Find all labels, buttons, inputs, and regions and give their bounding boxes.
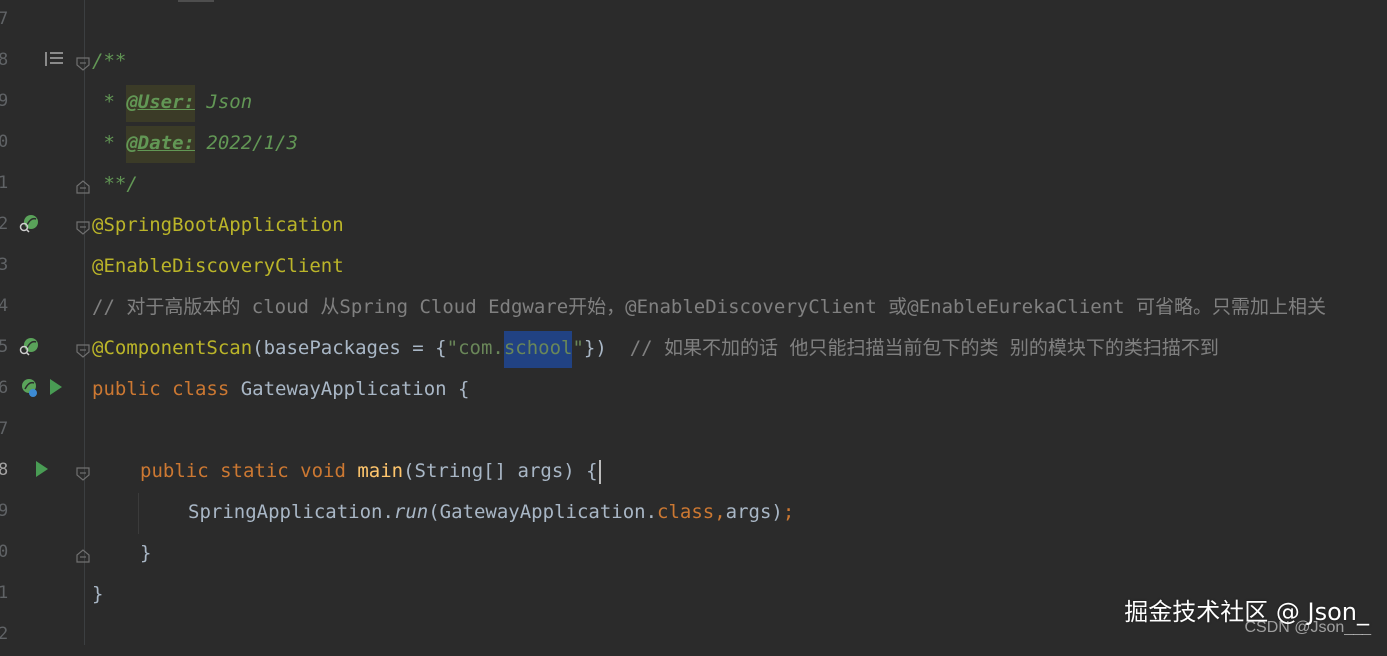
watermark-sub: CSDN @Json___ — [1244, 619, 1371, 636]
componentscan-line: @ComponentScan(basePackages = {"com.scho… — [92, 331, 1219, 368]
code-line[interactable]: 3 @EnableDiscoveryClient — [0, 246, 1387, 287]
doc-render-icon[interactable] — [44, 49, 66, 71]
annotation-discovery: @EnableDiscoveryClient — [92, 255, 344, 277]
line-number: 7 — [0, 9, 9, 29]
line-number: 9 — [0, 501, 9, 521]
bean-icon[interactable] — [18, 213, 40, 235]
line-number: 2 — [0, 214, 9, 234]
bean-icon[interactable] — [18, 377, 40, 399]
class-declaration: public class GatewayApplication { — [92, 378, 470, 400]
bean-icon[interactable] — [18, 336, 40, 358]
line-number: 8 — [0, 460, 9, 480]
line-number: 5 — [0, 337, 9, 357]
line-number: 8 — [0, 50, 9, 70]
line-number: 0 — [0, 542, 9, 562]
code-line[interactable]: 4 // 对于高版本的 cloud 从Spring Cloud Edgware开… — [0, 287, 1387, 328]
code-line[interactable]: 6 public class GatewayApplication { — [0, 369, 1387, 410]
line-number: 1 — [0, 583, 9, 603]
code-line-current[interactable]: 8 public static void main(String[] args)… — [0, 451, 1387, 492]
code-line[interactable]: 8 /** — [0, 41, 1387, 82]
main-method-declaration: public static void main(String[] args) { — [140, 458, 601, 484]
doc-tag-user: @User: — [126, 85, 195, 122]
class-close-brace: } — [92, 583, 104, 605]
code-line[interactable]: 9 * @User: Json — [0, 82, 1387, 123]
code-line[interactable]: 2 @SpringBootApplication — [0, 205, 1387, 246]
run-statement: SpringApplication.run(GatewayApplication… — [188, 501, 795, 523]
code-line[interactable]: 7 — [0, 0, 1387, 41]
line-number: 1 — [0, 173, 9, 193]
line-number: 9 — [0, 91, 9, 111]
fold-icon[interactable] — [76, 464, 90, 486]
annotation-springboot: @SpringBootApplication — [92, 214, 344, 236]
code-line[interactable]: 0 * @Date: 2022/1/3 — [0, 123, 1387, 164]
code-line[interactable]: 7 — [0, 410, 1387, 451]
line-number: 3 — [0, 255, 9, 275]
fold-icon[interactable] — [76, 341, 90, 363]
code-line[interactable]: 9 SpringApplication.run(GatewayApplicati… — [0, 492, 1387, 533]
selected-text[interactable]: school — [503, 331, 573, 368]
fold-icon[interactable] — [76, 54, 90, 76]
code-line[interactable]: 1 **/ — [0, 164, 1387, 205]
line-number: 0 — [0, 132, 9, 152]
doc-comment-open: /** — [92, 50, 127, 72]
text-caret — [598, 459, 601, 484]
doc-tag-date: @Date: — [126, 126, 195, 163]
line-number: 2 — [0, 624, 9, 644]
line-number: 7 — [0, 419, 9, 439]
doc-comment-close: **/ — [92, 173, 138, 195]
line-number: 6 — [0, 378, 9, 398]
method-close-brace: } — [140, 542, 152, 564]
line-comment: // 对于高版本的 cloud 从Spring Cloud Edgware开始，… — [92, 296, 1327, 318]
doc-user-line: * @User: Json — [92, 85, 252, 122]
fold-end-icon[interactable] — [76, 177, 90, 199]
fold-icon[interactable] — [76, 218, 90, 240]
run-icon[interactable] — [34, 459, 56, 481]
doc-date-line: * @Date: 2022/1/3 — [92, 126, 298, 163]
code-line[interactable]: 5 @ComponentScan(basePackages = {"com.sc… — [0, 328, 1387, 369]
fold-end-icon[interactable] — [76, 546, 90, 568]
code-line[interactable]: 0 } — [0, 533, 1387, 574]
line-number: 4 — [0, 296, 9, 316]
run-icon[interactable] — [48, 377, 70, 399]
